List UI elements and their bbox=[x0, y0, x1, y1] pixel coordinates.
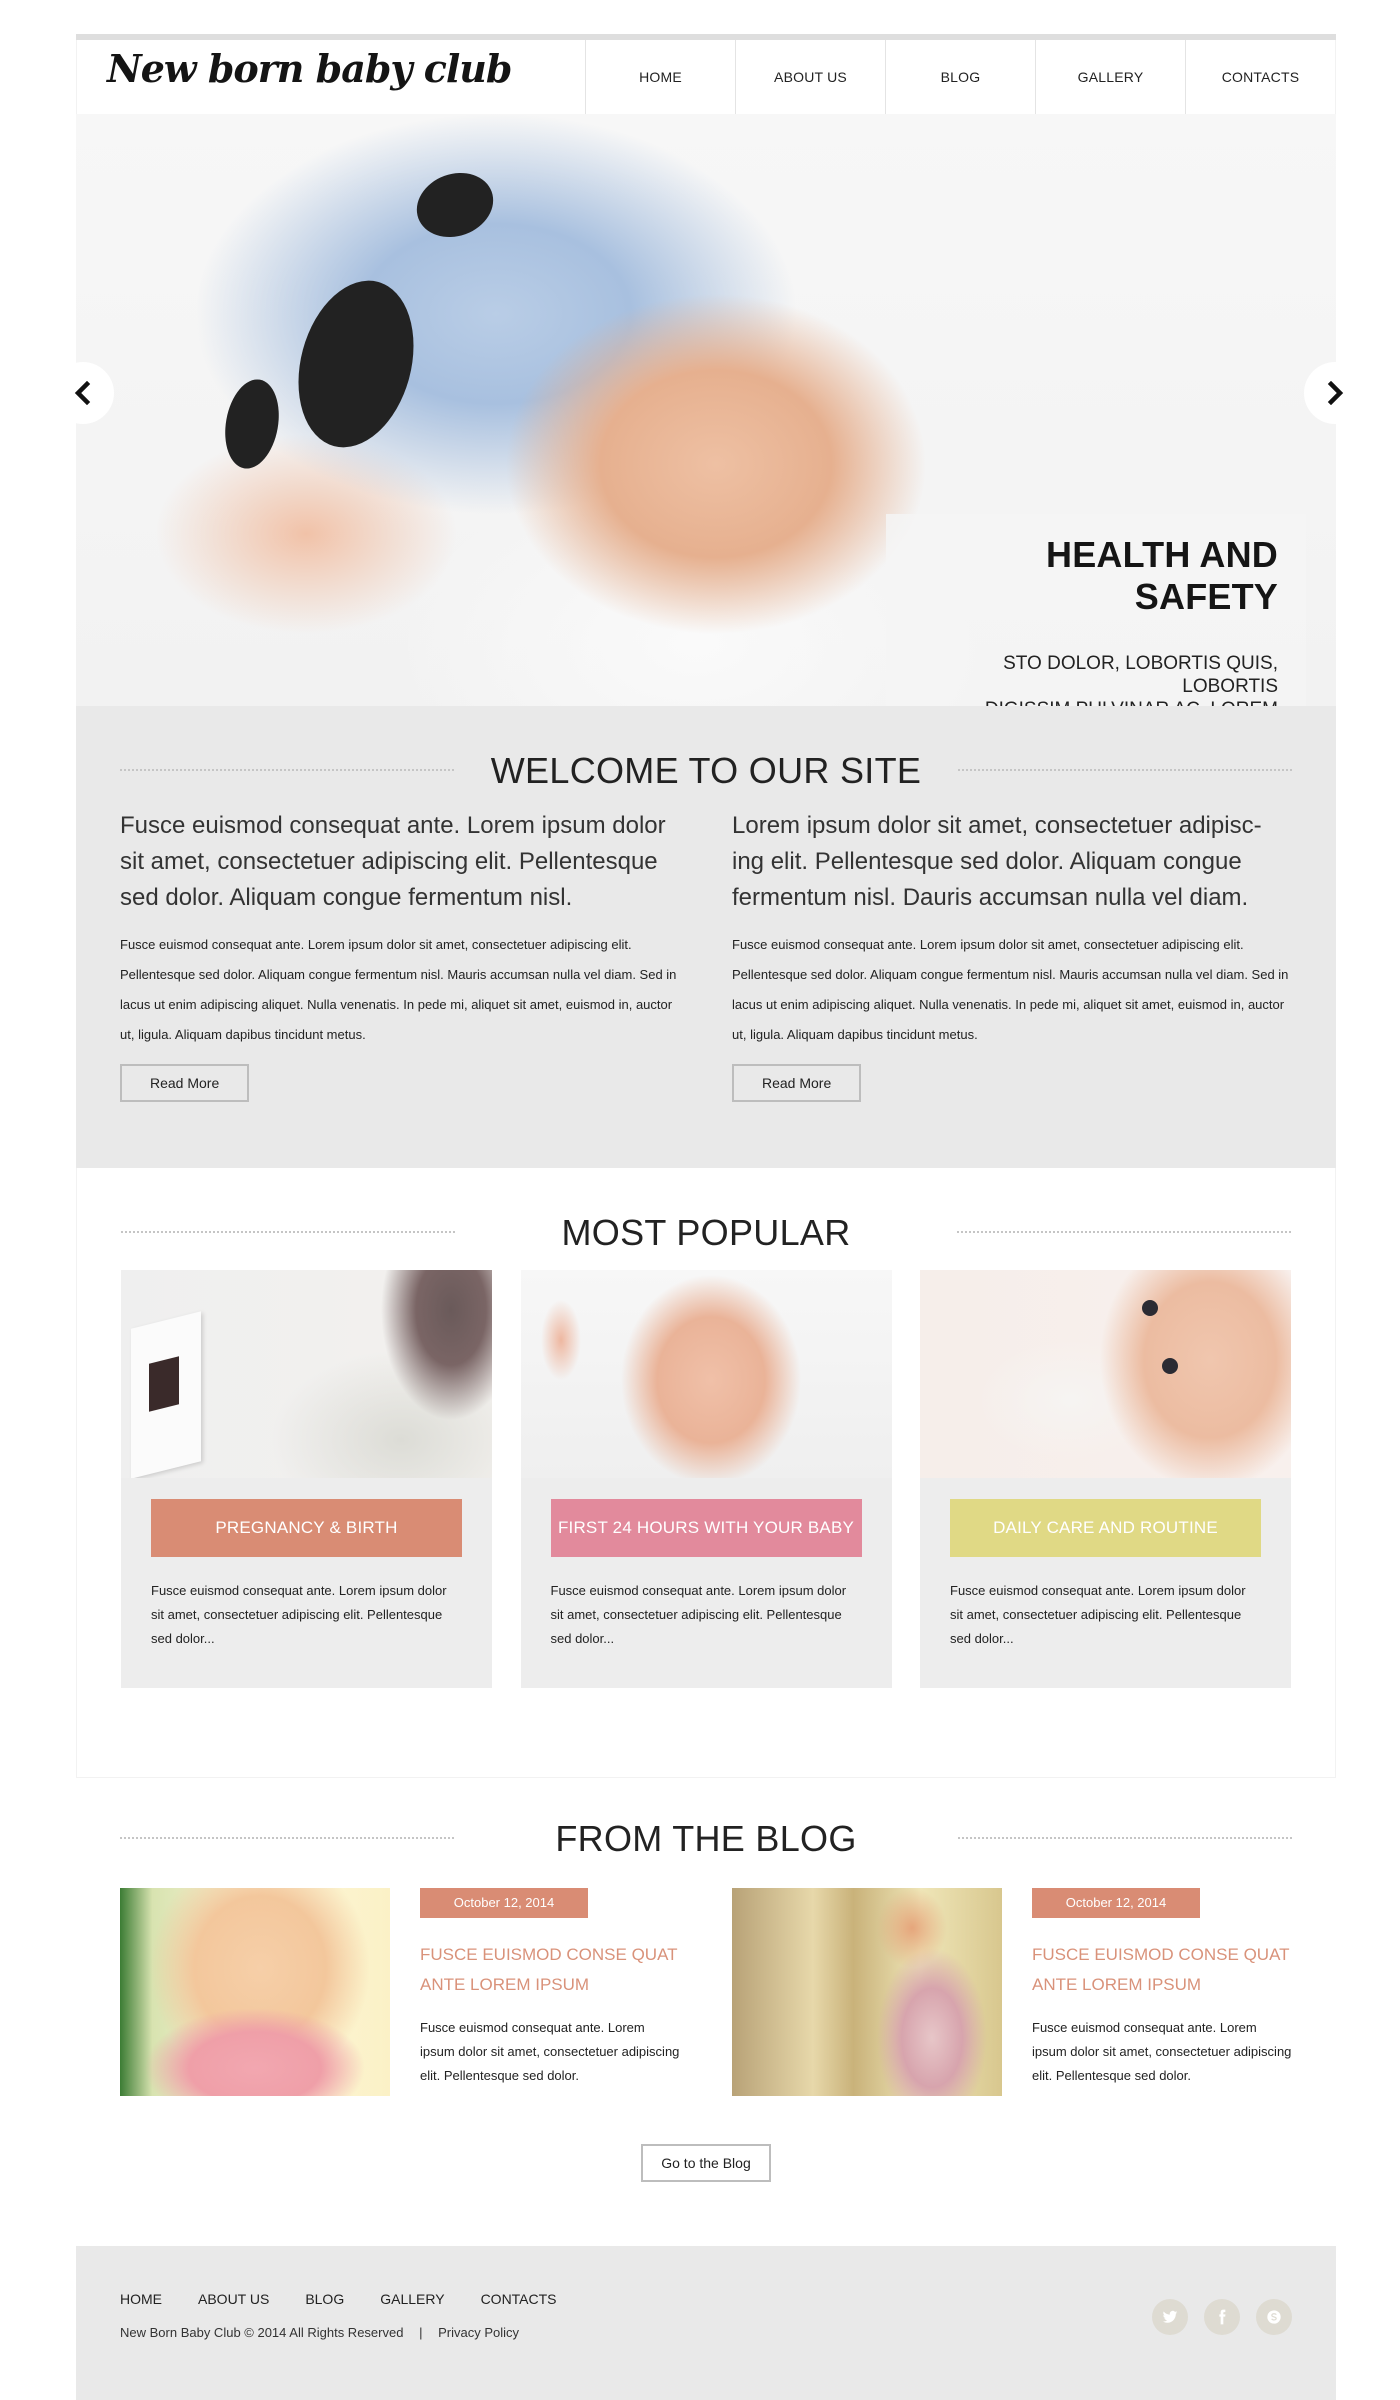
category-button-first-24-hours[interactable]: FIRST 24 HOURS WITH YOUR BABY bbox=[550, 1499, 862, 1557]
slider-next-button[interactable] bbox=[1304, 362, 1366, 424]
footer-nav: HOME ABOUT US BLOG GALLERY CONTACTS bbox=[120, 2291, 1292, 2307]
dotted-divider bbox=[120, 769, 454, 771]
dotted-divider bbox=[958, 1837, 1292, 1839]
blog-post-image[interactable] bbox=[120, 1888, 390, 2096]
dotted-divider bbox=[121, 1231, 455, 1233]
post-title-link[interactable]: FUSCE EUISMOD CONSE QUAT ANTE LOREM IPSU… bbox=[1032, 1940, 1292, 2000]
popular-card: PREGNANCY & BIRTH Fusce euismod consequa… bbox=[121, 1270, 492, 1688]
dotted-divider bbox=[957, 1231, 1291, 1233]
category-button-daily-care[interactable]: DAILY CARE AND ROUTINE bbox=[950, 1499, 1261, 1557]
newborn-image[interactable] bbox=[520, 1270, 892, 1478]
popular-card: DAILY CARE AND ROUTINE Fusce euismod con… bbox=[920, 1270, 1291, 1688]
footer-nav-home[interactable]: HOME bbox=[120, 2291, 162, 2307]
blog-post: October 12, 2014 FUSCE EUISMOD CONSE QUA… bbox=[732, 1888, 1292, 2096]
popular-title: MOST POPULAR bbox=[561, 1212, 851, 1253]
welcome-column: Lorem ipsum dolor sit amet, consectetuer… bbox=[732, 808, 1292, 1102]
nav-about-us[interactable]: ABOUT US bbox=[735, 40, 885, 114]
category-button-pregnancy[interactable]: PREGNANCY & BIRTH bbox=[151, 1499, 462, 1557]
nav-gallery[interactable]: GALLERY bbox=[1035, 40, 1185, 114]
site-footer: HOME ABOUT US BLOG GALLERY CONTACTS New … bbox=[76, 2246, 1336, 2400]
card-description: Fusce euismod consequat ante. Lorem ipsu… bbox=[151, 1583, 447, 1646]
welcome-lead: Fusce euismod consequat ante. Lorem ipsu… bbox=[120, 812, 666, 911]
welcome-body: Fusce euismod consequat ante. Lorem ipsu… bbox=[732, 937, 1289, 1042]
separator: | bbox=[419, 2325, 423, 2340]
welcome-body: Fusce euismod consequat ante. Lorem ipsu… bbox=[120, 937, 677, 1042]
footer-nav-about-us[interactable]: ABOUT US bbox=[198, 2291, 269, 2307]
welcome-column: Fusce euismod consequat ante. Lorem ipsu… bbox=[120, 808, 680, 1102]
nav-contacts[interactable]: CONTACTS bbox=[1185, 40, 1335, 114]
section-heading: MOST POPULAR bbox=[121, 1208, 1291, 1258]
welcome-lead: Lorem ipsum dolor sit amet, consectetuer… bbox=[732, 812, 1262, 911]
slide-subtitle-line: STO DOLOR, LOBORTIS QUIS, LOBORTIS bbox=[1003, 653, 1278, 697]
card-description: Fusce euismod consequat ante. Lorem ipsu… bbox=[550, 1583, 847, 1646]
hero-slider: HEALTH AND SAFETY STO DOLOR, LOBORTIS QU… bbox=[76, 114, 1336, 706]
post-title-link[interactable]: FUSCE EUISMOD CONSE QUAT ANTE LOREM IPSU… bbox=[420, 1940, 680, 2000]
slider-prev-button[interactable] bbox=[52, 362, 114, 424]
blog-title: FROM THE BLOG bbox=[555, 1818, 857, 1859]
post-excerpt: Fusce euismod consequat ante. Lorem ipsu… bbox=[420, 2020, 680, 2083]
go-to-blog-button[interactable]: Go to the Blog bbox=[641, 2144, 771, 2182]
dotted-divider bbox=[958, 769, 1292, 771]
twitter-icon bbox=[1162, 2310, 1178, 2323]
footer-nav-contacts[interactable]: CONTACTS bbox=[481, 2291, 557, 2307]
facebook-button[interactable] bbox=[1204, 2299, 1240, 2335]
footer-copyright-row: New Born Baby Club © 2014 All Rights Res… bbox=[120, 2325, 1292, 2340]
blog-post: October 12, 2014 FUSCE EUISMOD CONSE QUA… bbox=[120, 1888, 680, 2096]
post-date: October 12, 2014 bbox=[420, 1888, 588, 1918]
page: New born baby club HOME ABOUT US BLOG GA… bbox=[76, 34, 1336, 2246]
social-links bbox=[1136, 2299, 1292, 2335]
read-more-button[interactable]: Read More bbox=[120, 1064, 250, 1102]
popular-card: FIRST 24 HOURS WITH YOUR BABY Fusce euis… bbox=[520, 1270, 892, 1688]
welcome-section: WELCOME TO OUR SITE Fusce euismod conseq… bbox=[76, 706, 1336, 1168]
most-popular-section: MOST POPULAR PREGNANCY & BIRTH Fusce eui… bbox=[76, 1168, 1336, 1778]
card-description: Fusce euismod consequat ante. Lorem ipsu… bbox=[950, 1583, 1246, 1646]
slide-caption: HEALTH AND SAFETY STO DOLOR, LOBORTIS QU… bbox=[886, 514, 1306, 706]
section-heading: WELCOME TO OUR SITE bbox=[120, 746, 1292, 796]
chevron-left-icon bbox=[74, 381, 91, 405]
baby-bottle-image[interactable] bbox=[920, 1270, 1291, 1478]
site-logo[interactable]: New born baby club bbox=[107, 46, 512, 91]
nav-home[interactable]: HOME bbox=[585, 40, 735, 114]
privacy-policy-link[interactable]: Privacy Policy bbox=[438, 2325, 519, 2340]
blog-section: FROM THE BLOG October 12, 2014 FUSCE EUI… bbox=[76, 1778, 1336, 2246]
footer-nav-blog[interactable]: BLOG bbox=[305, 2291, 344, 2307]
copyright-text: New Born Baby Club © 2014 All Rights Res… bbox=[120, 2325, 404, 2340]
post-date: October 12, 2014 bbox=[1032, 1888, 1200, 1918]
footer-nav-gallery[interactable]: GALLERY bbox=[380, 2291, 444, 2307]
slide-title: HEALTH AND SAFETY bbox=[1046, 534, 1278, 617]
main-nav: HOME ABOUT US BLOG GALLERY CONTACTS bbox=[585, 40, 1335, 114]
pregnancy-image[interactable] bbox=[121, 1270, 492, 1478]
skype-icon bbox=[1267, 2310, 1281, 2324]
nav-blog[interactable]: BLOG bbox=[885, 40, 1035, 114]
post-excerpt: Fusce euismod consequat ante. Lorem ipsu… bbox=[1032, 2020, 1292, 2083]
skype-button[interactable] bbox=[1256, 2299, 1292, 2335]
slide-subtitle-line: DIGISSIM PULVINAR AC, LOREM bbox=[906, 698, 1278, 706]
slide-subtitle: STO DOLOR, LOBORTIS QUIS, LOBORTIS DIGIS… bbox=[906, 652, 1278, 706]
twitter-button[interactable] bbox=[1152, 2299, 1188, 2335]
blog-post-image[interactable] bbox=[732, 1888, 1002, 2096]
site-header: New born baby club HOME ABOUT US BLOG GA… bbox=[76, 40, 1336, 114]
welcome-title: WELCOME TO OUR SITE bbox=[490, 750, 922, 791]
dotted-divider bbox=[120, 1837, 454, 1839]
facebook-icon bbox=[1219, 2309, 1226, 2325]
chevron-right-icon bbox=[1327, 381, 1344, 405]
read-more-button[interactable]: Read More bbox=[732, 1064, 862, 1102]
section-heading: FROM THE BLOG bbox=[120, 1814, 1292, 1864]
